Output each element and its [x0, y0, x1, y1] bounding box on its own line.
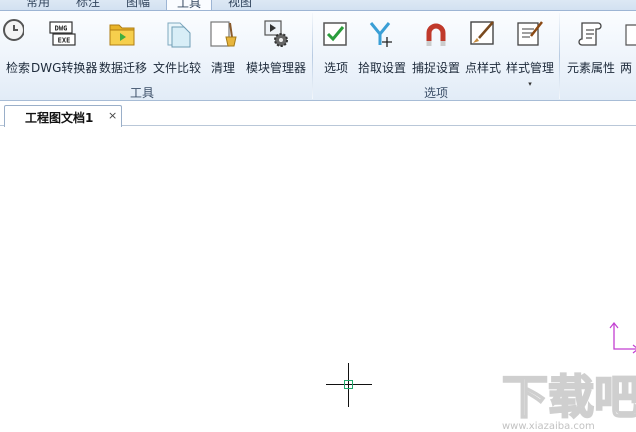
- style-manager-button[interactable]: 样式管理 ▾: [503, 19, 557, 88]
- pick-cursor-icon: [369, 22, 392, 47]
- ucs-axis-icon: [609, 322, 636, 354]
- snap-settings-label: 捕捉设置: [411, 61, 460, 75]
- element-properties-label: 元素属性: [566, 61, 615, 75]
- module-gear-icon: [264, 20, 288, 47]
- style-manager-label: 样式管理: [505, 61, 554, 75]
- svg-text:EXE: EXE: [58, 37, 71, 45]
- scroll-properties-icon: [578, 22, 602, 46]
- options-button[interactable]: 选项: [319, 19, 353, 77]
- folder-migrate-icon: [109, 24, 135, 46]
- tab-view[interactable]: 视图: [228, 0, 252, 10]
- search-label: 检索: [5, 61, 30, 75]
- partial-label: 两: [620, 61, 633, 75]
- document-tab[interactable]: 工程图文档1 ×: [4, 105, 122, 127]
- svg-text:下载吧: 下载吧: [502, 370, 636, 424]
- point-style-button[interactable]: 点样式: [463, 19, 503, 77]
- search-button[interactable]: 检索: [0, 19, 30, 77]
- document-tab-bar: 工程图文档1 ×: [0, 101, 636, 127]
- group-label-options: 选项: [423, 86, 448, 100]
- document-tab-title: 工程图文档1: [25, 111, 94, 125]
- magnet-icon: [426, 23, 446, 46]
- point-style-icon: [470, 21, 494, 45]
- file-compare-button[interactable]: 文件比较: [151, 19, 203, 77]
- partial-icon: [625, 24, 636, 46]
- module-manager-label: 模块管理器: [245, 61, 306, 75]
- tab-home[interactable]: 常用: [26, 0, 50, 10]
- svg-text:www.xiazaiba.com: www.xiazaiba.com: [502, 421, 595, 432]
- element-properties-button[interactable]: 元素属性: [564, 19, 618, 77]
- group-separator: [312, 13, 313, 99]
- tab-annotate[interactable]: 标注: [76, 0, 100, 10]
- chevron-down-icon[interactable]: ▾: [503, 80, 557, 88]
- style-manager-icon: [517, 21, 543, 46]
- checkbox-check-icon: [323, 22, 347, 46]
- svg-text:DWG: DWG: [55, 25, 68, 33]
- crosshair-pickbox: [344, 380, 353, 389]
- snap-settings-button[interactable]: 捕捉设置: [410, 19, 462, 77]
- dwg-converter-label: DWG转换器: [31, 61, 98, 75]
- watermark-logo: 下载吧 www.xiazaiba.com: [501, 369, 636, 432]
- dwg-converter-button[interactable]: DWG EXE DWG转换器: [31, 19, 98, 77]
- module-manager-button[interactable]: 模块管理器: [244, 19, 308, 77]
- group-separator: [559, 13, 560, 99]
- file-compare-label: 文件比较: [152, 61, 201, 75]
- app-window: 常用 标注 图幅 工具 视图 检索 DWG EXE DWG转换器 数据迁移 文件…: [0, 0, 636, 432]
- search-icon: [3, 19, 24, 41]
- tab-tools[interactable]: 工具: [166, 0, 213, 10]
- tab-frame[interactable]: 图幅: [126, 0, 150, 10]
- cleanup-label: 清理: [210, 61, 235, 75]
- pick-settings-button[interactable]: 拾取设置: [356, 19, 408, 77]
- drawing-canvas[interactable]: 下载吧 www.xiazaiba.com: [0, 127, 636, 432]
- point-style-label: 点样式: [464, 61, 501, 75]
- ribbon-panel: 检索 DWG EXE DWG转换器 数据迁移 文件比较 清理 模块管理器 工具 …: [0, 10, 636, 101]
- cleanup-button[interactable]: 清理: [206, 19, 240, 77]
- close-icon[interactable]: ×: [108, 109, 117, 122]
- data-migration-label: 数据迁移: [98, 61, 147, 75]
- data-migration-button[interactable]: 数据迁移: [96, 19, 150, 77]
- dwg-converter-icon: DWG EXE: [49, 21, 76, 46]
- broom-icon: [210, 21, 237, 47]
- partial-button[interactable]: 两: [620, 19, 636, 77]
- file-compare-icon: [167, 22, 191, 48]
- ribbon-menu-tabs: 常用 标注 图幅 工具 视图: [0, 0, 636, 10]
- options-label: 选项: [323, 61, 348, 75]
- group-label-tools: 工具: [129, 86, 154, 100]
- pick-settings-label: 拾取设置: [357, 61, 406, 75]
